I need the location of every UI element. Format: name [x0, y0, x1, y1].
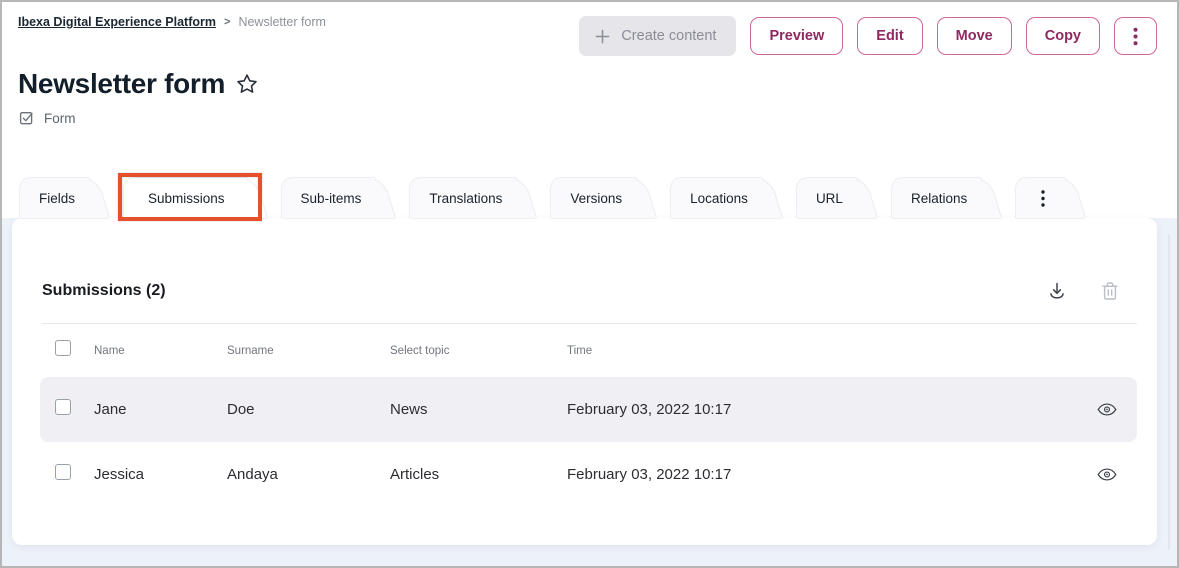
cell-name: Jane	[94, 401, 227, 418]
page-title: Newsletter form	[18, 68, 225, 100]
table-row[interactable]: Jane Doe News February 03, 2022 10:17	[40, 377, 1137, 442]
panel-toolbar	[1047, 281, 1131, 301]
tab-sub-items[interactable]: Sub-items	[282, 178, 376, 218]
scrollbar-track[interactable]	[1168, 234, 1170, 550]
cell-topic: Articles	[390, 466, 567, 483]
form-type-icon	[19, 110, 35, 126]
move-button[interactable]: Move	[937, 17, 1012, 55]
table-body: Jane Doe News February 03, 2022 10:17 Je…	[40, 377, 1137, 507]
breadcrumb-root-link[interactable]: Ibexa Digital Experience Platform	[18, 15, 216, 29]
table-header-row: Name Surname Select topic Time	[40, 324, 1137, 377]
tab-label: Versions	[570, 191, 622, 206]
create-content-label: Create content	[621, 28, 716, 44]
preview-button[interactable]: Preview	[750, 17, 843, 55]
tab-label: Sub-items	[301, 191, 362, 206]
tab-url[interactable]: URL	[797, 178, 857, 218]
tab-label: Submissions	[148, 191, 225, 206]
tab-bar: Fields Submissions Sub-items Translation…	[20, 178, 1100, 218]
tab-label: Fields	[39, 191, 75, 206]
view-submission-button[interactable]	[1097, 468, 1117, 481]
breadcrumb-separator: >	[224, 16, 230, 28]
title-row: Newsletter form	[18, 68, 259, 100]
column-header-surname: Surname	[227, 345, 390, 357]
tab-locations[interactable]: Locations	[671, 178, 762, 218]
tab-label: Locations	[690, 191, 748, 206]
tab-label: Relations	[911, 191, 967, 206]
panel-header: Submissions (2)	[42, 275, 1131, 307]
tab-fields[interactable]: Fields	[20, 178, 89, 218]
download-button[interactable]	[1047, 281, 1067, 301]
column-header-topic: Select topic	[390, 345, 567, 357]
action-bar: Create content Preview Edit Move Copy	[579, 16, 1157, 56]
ibexa-admin-window: Ibexa Digital Experience Platform > News…	[0, 0, 1179, 568]
cell-surname: Andaya	[227, 466, 390, 483]
edit-button[interactable]: Edit	[857, 17, 922, 55]
row-checkbox[interactable]	[55, 399, 71, 415]
delete-button[interactable]	[1101, 281, 1119, 301]
create-content-button[interactable]: Create content	[579, 16, 736, 56]
table-row[interactable]: Jessica Andaya Articles February 03, 202…	[40, 442, 1137, 507]
tab-label: Translations	[429, 191, 502, 206]
bookmark-star-icon[interactable]	[235, 72, 259, 96]
content-type-row: Form	[19, 110, 76, 126]
tab-more[interactable]	[1016, 178, 1065, 218]
submissions-count-heading: Submissions (2)	[42, 282, 166, 300]
kebab-icon	[1133, 27, 1138, 46]
copy-button[interactable]: Copy	[1026, 17, 1100, 55]
cell-surname: Doe	[227, 401, 390, 418]
view-submission-button[interactable]	[1097, 403, 1117, 416]
breadcrumb-current: Newsletter form	[238, 15, 326, 29]
more-actions-button[interactable]	[1114, 17, 1157, 55]
row-checkbox[interactable]	[55, 464, 71, 480]
column-header-time: Time	[567, 345, 1077, 357]
select-all-checkbox[interactable]	[55, 340, 71, 356]
cell-time: February 03, 2022 10:17	[567, 401, 1077, 418]
tab-relations[interactable]: Relations	[892, 178, 981, 218]
tab-versions[interactable]: Versions	[551, 178, 636, 218]
more-tabs-icon	[1035, 190, 1051, 207]
breadcrumb: Ibexa Digital Experience Platform > News…	[18, 15, 326, 29]
cell-time: February 03, 2022 10:17	[567, 466, 1077, 483]
cell-topic: News	[390, 401, 567, 418]
content-type-label: Form	[44, 111, 76, 126]
tab-translations[interactable]: Translations	[410, 178, 516, 218]
submissions-panel: Submissions (2) Name Surname Select topi…	[12, 218, 1157, 545]
tab-label: URL	[816, 191, 843, 206]
tab-submissions[interactable]: Submissions	[124, 178, 247, 218]
plus-icon	[595, 29, 610, 44]
column-header-name: Name	[94, 345, 227, 357]
cell-name: Jessica	[94, 466, 227, 483]
